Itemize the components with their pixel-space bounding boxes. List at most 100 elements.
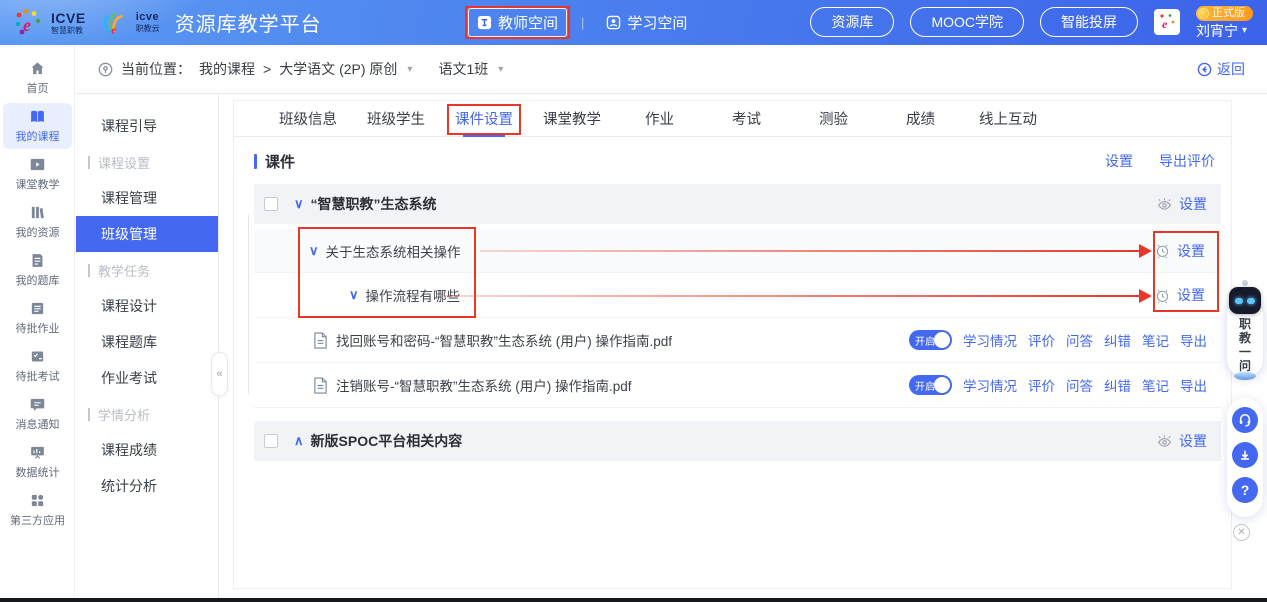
tab-class-students[interactable]: 班级学生 — [365, 101, 427, 136]
chevron-expand-icon[interactable]: ∨ — [294, 196, 304, 212]
alarm-clock-icon[interactable] — [1154, 242, 1171, 259]
homework-list-icon — [29, 300, 46, 317]
courseware-settings-link[interactable]: 设置 — [1105, 151, 1133, 171]
eye-preview-icon[interactable] — [1156, 433, 1173, 450]
help-button[interactable]: ? — [1232, 477, 1258, 503]
version-badge: 正式版 — [1196, 6, 1253, 21]
submenu-section-learning-analysis: 学情分析 — [76, 396, 218, 432]
sidebar-item-third-party-apps[interactable]: 第三方应用 — [3, 487, 72, 533]
tab-courseware-settings[interactable]: 课件设置 — [453, 101, 515, 136]
chevron-expand-icon[interactable]: ∨ — [349, 287, 359, 303]
sidebar-item-my-question-bank[interactable]: 我的题库 — [3, 247, 72, 293]
breadcrumb: 当前位置： 我的课程 > 大学语文 (2P) 原创 ▾ 语文1班 ▾ 返回 — [76, 45, 1267, 94]
sidebar-item-label: 待批作业 — [16, 320, 60, 336]
sidebar-item-statistics[interactable]: 数据统计 — [3, 439, 72, 485]
evaluation-link[interactable]: 评价 — [1028, 375, 1055, 395]
course-submenu: 课程引导 课程设置 课程管理 班级管理 教学任务 课程设计 课程题库 作业考试 … — [76, 94, 219, 598]
sidebar-item-notifications[interactable]: 消息通知 — [3, 391, 72, 437]
teacher-space-label: 教师空间 — [498, 12, 558, 33]
submenu-item-course-guide[interactable]: 课程引导 — [76, 108, 218, 144]
section-row: ∨ 关于生态系统相关操作 设置 — [254, 229, 1221, 273]
back-button[interactable]: 返回 — [1197, 59, 1245, 79]
breadcrumb-class-select[interactable]: 语文1班 — [438, 59, 488, 79]
submenu-item-course-question-bank[interactable]: 课程题库 — [76, 324, 218, 360]
subsection-title: 操作流程有哪些 — [366, 285, 461, 305]
eye-preview-icon[interactable] — [1156, 196, 1173, 213]
sidebar-item-my-resources[interactable]: 我的资源 — [3, 199, 72, 245]
chapter-title: “智慧职教”生态系统 — [311, 194, 437, 214]
chapter-checkbox[interactable] — [264, 197, 278, 211]
teacher-space-button[interactable]: 教师空间 — [468, 8, 567, 37]
submenu-item-class-management[interactable]: 班级管理 — [76, 216, 218, 252]
enable-toggle[interactable]: 开启 — [909, 375, 952, 395]
sidebar-item-my-courses[interactable]: 我的课程 — [3, 103, 72, 149]
tab-exam[interactable]: 考试 — [716, 101, 777, 136]
download-icon — [1238, 448, 1252, 462]
learning-status-link[interactable]: 学习情况 — [963, 330, 1017, 350]
submenu-item-course-management[interactable]: 课程管理 — [76, 180, 218, 216]
resource-library-button[interactable]: 资源库 — [810, 7, 894, 37]
submenu-item-homework-exam[interactable]: 作业考试 — [76, 360, 218, 396]
chevron-expand-icon[interactable]: ∨ — [309, 243, 319, 259]
toggle-label: 开启 — [915, 333, 935, 348]
tab-grades[interactable]: 成绩 — [890, 101, 951, 136]
smart-cast-button[interactable]: 智能投屏 — [1040, 7, 1138, 37]
assistant-widget[interactable]: 职 教 一 问 — [1225, 280, 1265, 380]
sidebar-item-pending-homework[interactable]: 待批作业 — [3, 295, 72, 341]
chapter-settings-link[interactable]: 设置 — [1179, 194, 1207, 214]
chapter-checkbox[interactable] — [264, 434, 278, 448]
breadcrumb-separator: > — [263, 61, 271, 77]
error-report-link[interactable]: 纠错 — [1104, 375, 1131, 395]
file-title[interactable]: 注销账号-“智慧职教”生态系统 (用户) 操作指南.pdf — [336, 375, 632, 395]
submenu-section-teaching-tasks: 教学任务 — [76, 252, 218, 288]
sidebar-collapse-handle[interactable]: « — [211, 352, 228, 396]
chapter-settings-link[interactable]: 设置 — [1179, 431, 1207, 451]
close-floating-button[interactable]: ✕ — [1233, 524, 1250, 541]
icve-app-icon[interactable]: e — [1154, 9, 1180, 35]
chevron-down-icon[interactable]: ▾ — [498, 64, 503, 75]
breadcrumb-course-select[interactable]: 大学语文 (2P) 原创 — [279, 59, 397, 79]
tab-online-interaction[interactable]: 线上互动 — [977, 101, 1039, 136]
top-header: e ICVE 智慧职教 e icve 职教云 资源库教学平台 — [0, 0, 1267, 45]
breadcrumb-my-courses[interactable]: 我的课程 — [199, 59, 255, 79]
error-report-link[interactable]: 纠错 — [1104, 330, 1131, 350]
qa-link[interactable]: 问答 — [1066, 330, 1093, 350]
chevron-down-icon[interactable]: ▾ — [407, 64, 412, 75]
toggle-knob — [934, 332, 950, 348]
courseware-section-title: 课件 — [254, 151, 295, 172]
chevron-collapse-icon[interactable]: ∧ — [294, 433, 304, 449]
customer-service-button[interactable] — [1232, 407, 1258, 433]
notes-link[interactable]: 笔记 — [1142, 330, 1169, 350]
window-bottom-edge — [0, 598, 1267, 602]
headset-icon — [1238, 413, 1252, 427]
tab-classroom-teaching[interactable]: 课堂教学 — [541, 101, 603, 136]
mooc-academy-button[interactable]: MOOC学院 — [910, 7, 1024, 37]
download-button[interactable] — [1232, 442, 1258, 468]
assistant-wave-icon — [1234, 372, 1256, 380]
file-title[interactable]: 找回账号和密码-“智慧职教”生态系统 (用户) 操作指南.pdf — [336, 330, 672, 350]
section-settings-link[interactable]: 设置 — [1177, 241, 1205, 261]
sidebar-item-pending-exams[interactable]: 待批考试 — [3, 343, 72, 389]
learning-status-link[interactable]: 学习情况 — [963, 375, 1017, 395]
sidebar-item-classroom-teaching[interactable]: 课堂教学 — [3, 151, 72, 197]
export-evaluation-link[interactable]: 导出评价 — [1159, 151, 1215, 171]
tab-class-info[interactable]: 班级信息 — [277, 101, 339, 136]
submenu-item-statistical-analysis[interactable]: 统计分析 — [76, 468, 218, 504]
enable-toggle[interactable]: 开启 — [909, 330, 952, 350]
submenu-item-course-design[interactable]: 课程设计 — [76, 288, 218, 324]
export-link[interactable]: 导出 — [1180, 375, 1207, 395]
notes-link[interactable]: 笔记 — [1142, 375, 1169, 395]
evaluation-link[interactable]: 评价 — [1028, 330, 1055, 350]
tab-quiz[interactable]: 测验 — [803, 101, 864, 136]
export-link[interactable]: 导出 — [1180, 330, 1207, 350]
tab-homework[interactable]: 作业 — [629, 101, 690, 136]
alarm-clock-icon[interactable] — [1154, 287, 1171, 304]
icve-zhijiaoyun-logo: e — [99, 8, 129, 38]
submenu-item-course-grades[interactable]: 课程成绩 — [76, 432, 218, 468]
student-space-button[interactable]: 学习空间 — [598, 9, 695, 36]
subsection-settings-link[interactable]: 设置 — [1177, 285, 1205, 305]
svg-text:e: e — [23, 15, 31, 35]
qa-link[interactable]: 问答 — [1066, 375, 1093, 395]
sidebar-item-home[interactable]: 首页 — [3, 55, 72, 101]
user-account[interactable]: 正式版 刘宵宁 ▾ — [1196, 6, 1253, 39]
